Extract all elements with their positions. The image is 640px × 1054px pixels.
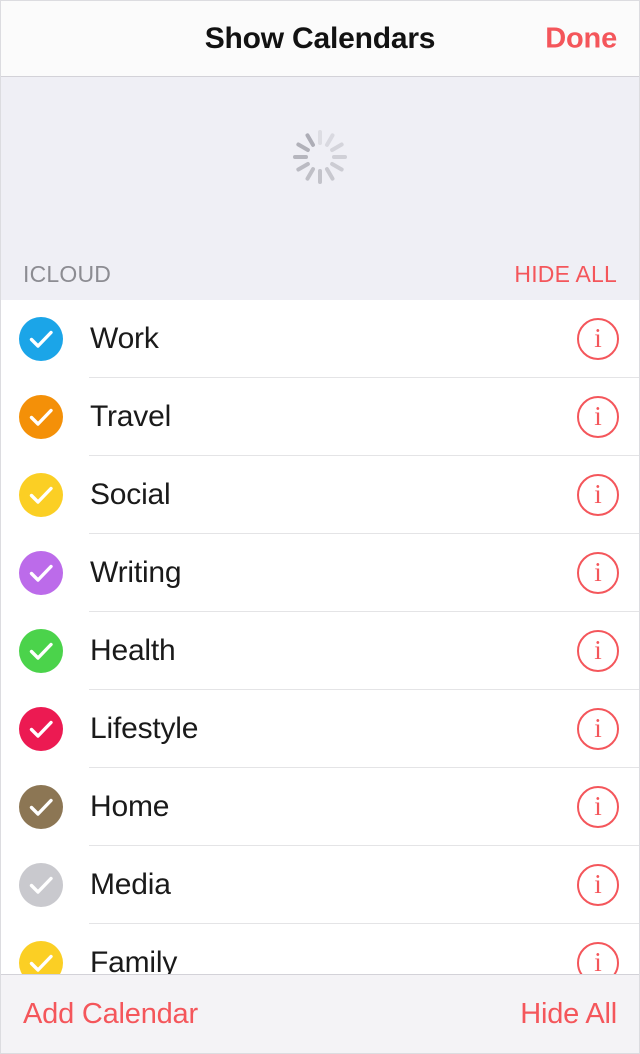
spinner-spoke	[304, 166, 316, 182]
info-icon-glyph: i	[594, 556, 602, 587]
calendar-name: Travel	[90, 400, 172, 433]
checkmark-icon[interactable]	[19, 629, 63, 673]
spinner-spoke	[295, 141, 311, 153]
calendar-row[interactable]: Travel i	[1, 378, 639, 456]
info-icon[interactable]: i	[577, 552, 619, 594]
activity-indicator-icon	[292, 129, 348, 185]
calendar-row[interactable]: Health i	[1, 612, 639, 690]
calendar-name: Home	[90, 790, 170, 823]
calendar-name: Lifestyle	[90, 712, 199, 745]
checkmark-icon[interactable]	[19, 551, 63, 595]
calendar-row[interactable]: Lifestyle i	[1, 690, 639, 768]
checkmark-icon[interactable]	[19, 863, 63, 907]
info-icon[interactable]: i	[577, 630, 619, 672]
spinner-spoke	[293, 155, 308, 159]
checkmark-icon[interactable]	[19, 473, 63, 517]
info-icon-glyph: i	[594, 790, 602, 821]
page-title: Show Calendars	[204, 21, 436, 55]
calendar-row[interactable]: Home i	[1, 768, 639, 846]
calendar-name: Health	[90, 634, 176, 667]
navigation-bar: Show Calendars Done	[1, 1, 639, 77]
calendar-name: Social	[90, 478, 171, 511]
add-calendar-button[interactable]: Add Calendar	[23, 998, 198, 1031]
checkmark-icon[interactable]	[19, 395, 63, 439]
spinner-spoke	[318, 130, 322, 145]
info-icon[interactable]: i	[577, 864, 619, 906]
info-icon[interactable]: i	[577, 786, 619, 828]
calendar-name: Work	[90, 322, 159, 355]
spinner-spoke	[318, 169, 322, 184]
calendar-row[interactable]: Social i	[1, 456, 639, 534]
calendar-row[interactable]: Family i	[1, 924, 639, 974]
info-icon-glyph: i	[594, 946, 602, 974]
info-icon[interactable]: i	[577, 942, 619, 974]
spinner-spoke	[329, 141, 345, 153]
info-icon-glyph: i	[594, 634, 602, 665]
spinner-spoke	[304, 132, 316, 148]
checkmark-icon[interactable]	[19, 785, 63, 829]
section-hide-all-button[interactable]: HIDE ALL	[514, 261, 617, 288]
info-icon-glyph: i	[594, 712, 602, 743]
section-header: ICLOUD HIDE ALL	[1, 259, 639, 289]
info-icon-glyph: i	[594, 322, 602, 353]
info-icon-glyph: i	[594, 400, 602, 431]
loading-section: ICLOUD HIDE ALL	[1, 77, 639, 300]
checkmark-icon[interactable]	[19, 707, 63, 751]
show-calendars-screen: Show Calendars Done ICLOUD HIDE ALL Work…	[0, 0, 640, 1054]
info-icon[interactable]: i	[577, 474, 619, 516]
calendar-row[interactable]: Writing i	[1, 534, 639, 612]
info-icon[interactable]: i	[577, 708, 619, 750]
info-icon[interactable]: i	[577, 318, 619, 360]
calendar-name: Writing	[90, 556, 182, 589]
hide-all-button[interactable]: Hide All	[520, 998, 617, 1031]
calendar-name: Family	[90, 946, 178, 974]
info-icon-glyph: i	[594, 868, 602, 899]
info-icon[interactable]: i	[577, 396, 619, 438]
info-icon-glyph: i	[594, 478, 602, 509]
spinner-spoke	[324, 166, 336, 182]
bottom-toolbar: Add Calendar Hide All	[1, 974, 639, 1053]
done-button[interactable]: Done	[545, 22, 617, 55]
calendar-name: Media	[90, 868, 171, 901]
section-title: ICLOUD	[23, 260, 112, 287]
checkmark-icon[interactable]	[19, 317, 63, 361]
checkmark-icon[interactable]	[19, 941, 63, 974]
calendar-list[interactable]: Work i Travel i Social i Writing i Health i Lifest…	[1, 300, 639, 974]
calendar-row[interactable]: Work i	[1, 300, 639, 378]
spinner-spoke	[332, 155, 347, 159]
calendar-row[interactable]: Media i	[1, 846, 639, 924]
spinner-spoke	[329, 161, 345, 173]
